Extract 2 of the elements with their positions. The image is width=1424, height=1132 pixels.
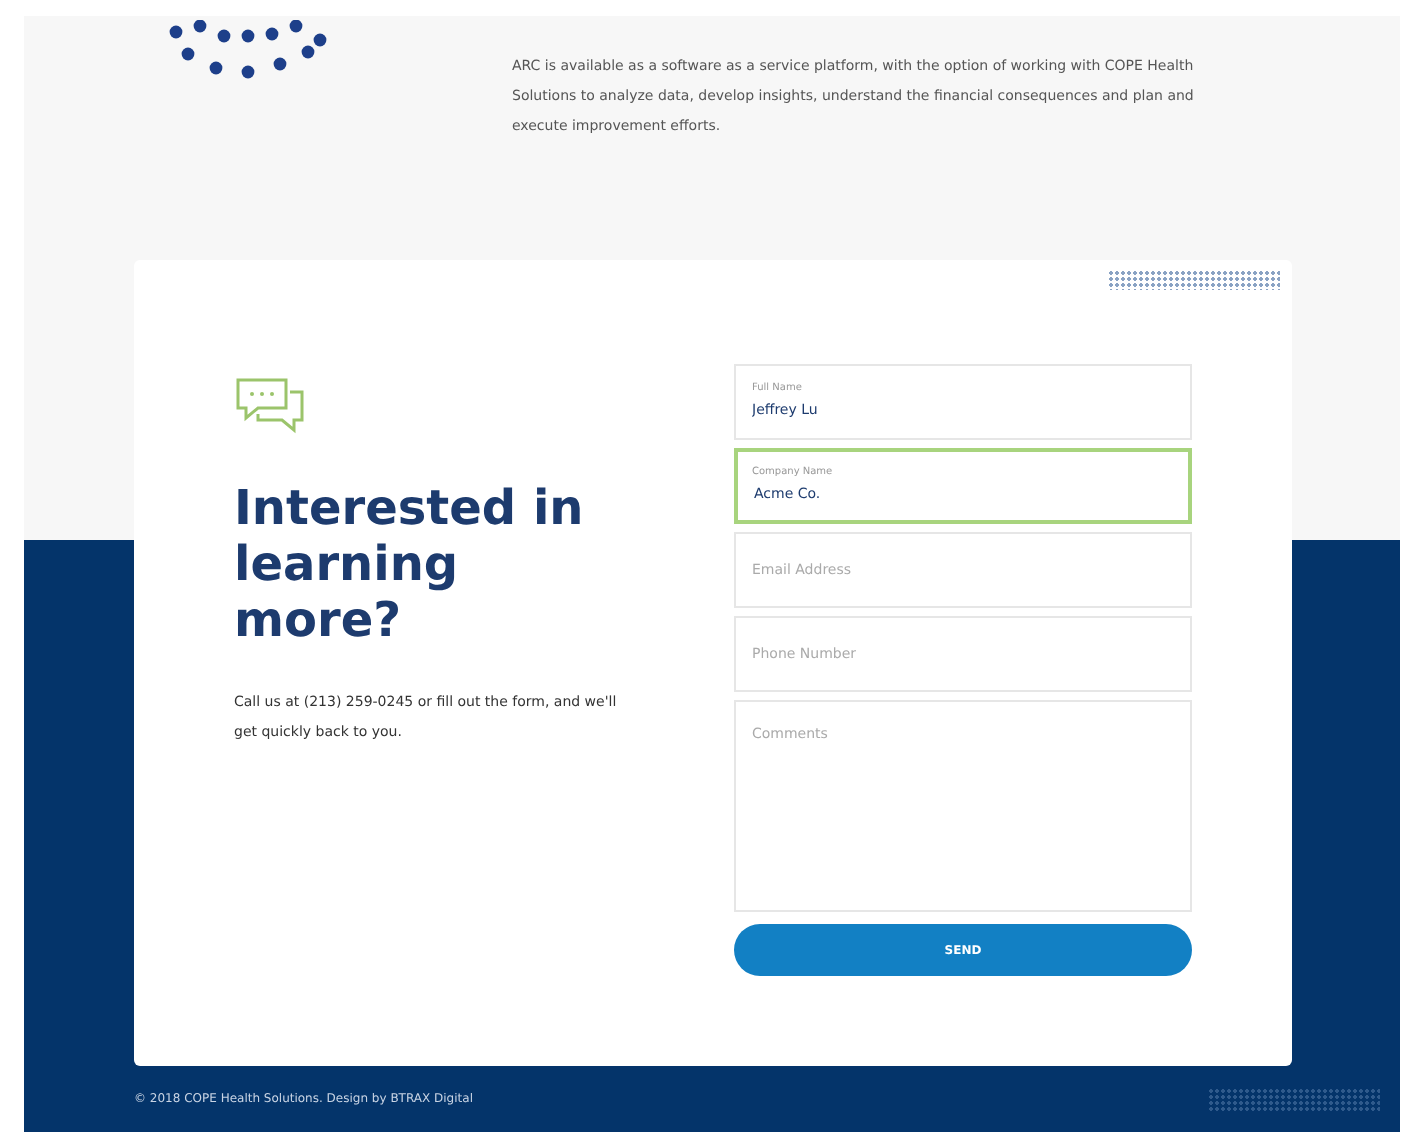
heading: Interested in learning more?	[234, 480, 586, 648]
chat-bubbles-icon	[234, 376, 306, 436]
